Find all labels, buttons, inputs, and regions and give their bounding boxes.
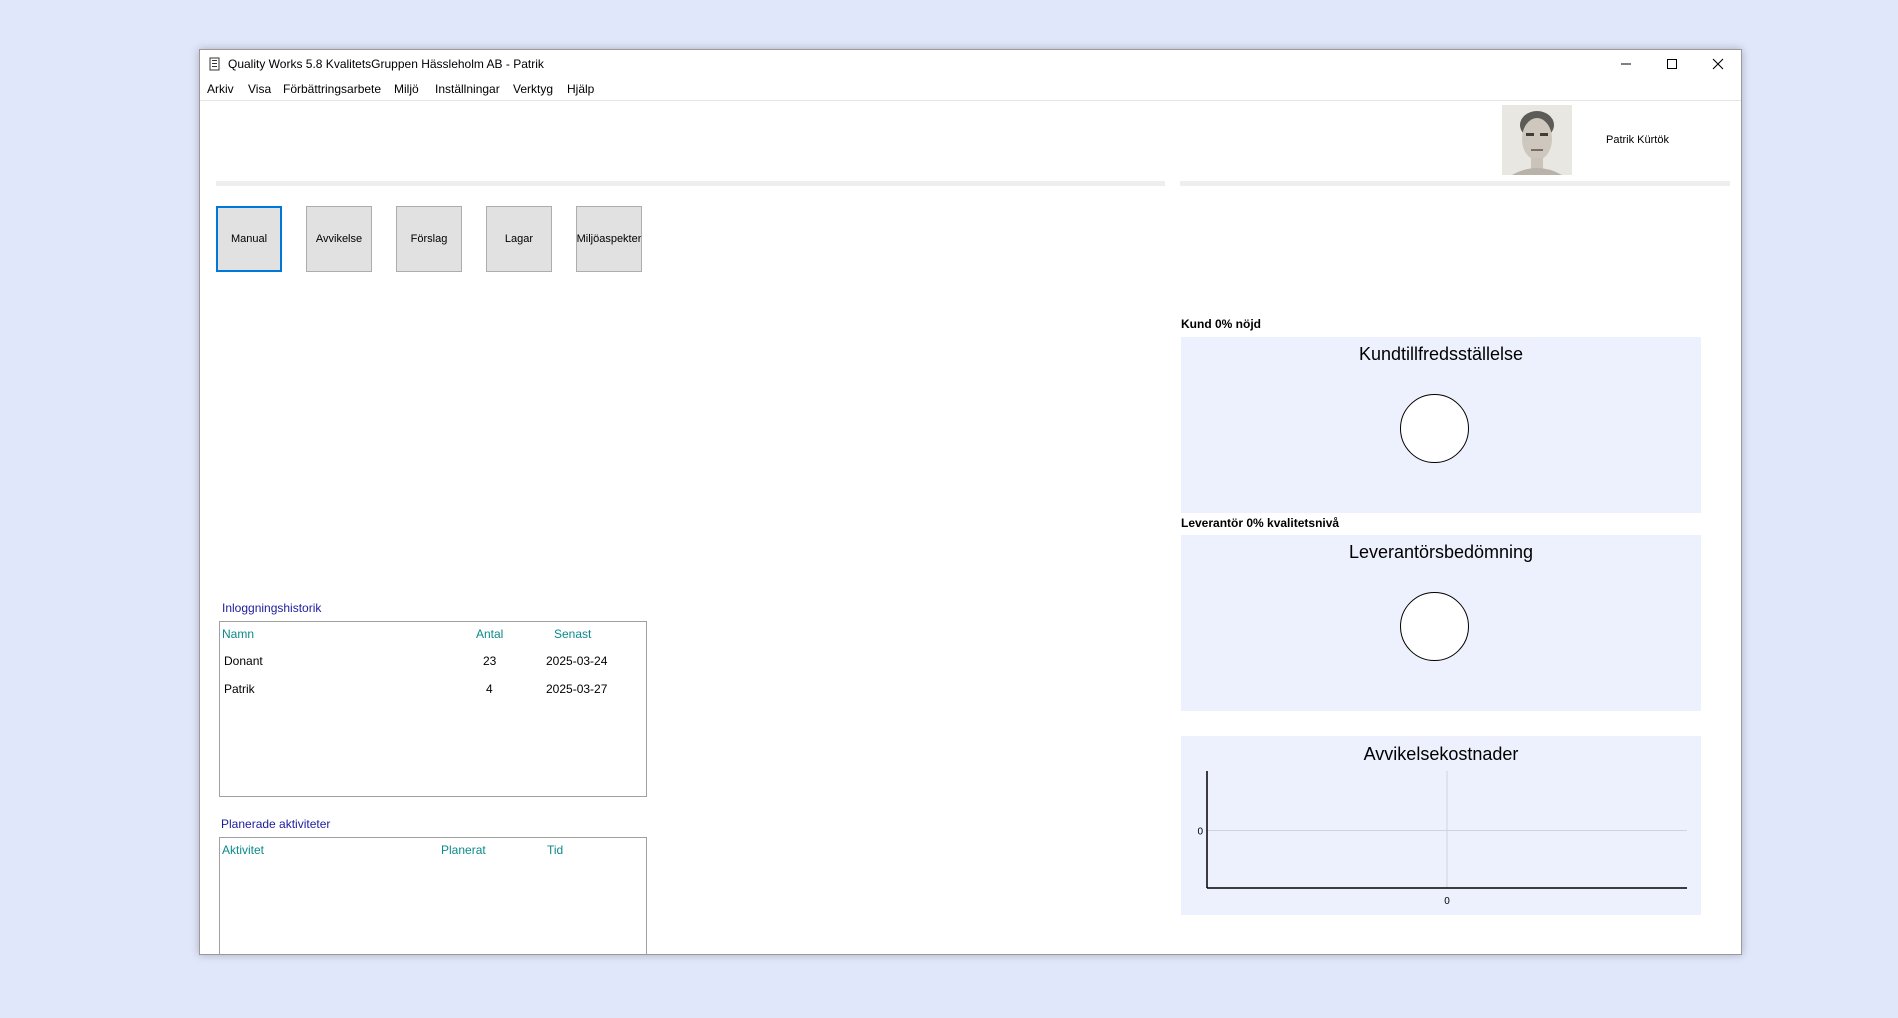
forslag-button[interactable]: Förslag [396,206,462,272]
x-tick-label: 0 [1444,896,1450,907]
column-header-namn[interactable]: Namn [222,627,254,641]
app-window: Quality Works 5.8 KvalitetsGruppen Hässl… [199,49,1742,955]
supplier-assessment-panel: Leverantörsbedömning [1181,535,1701,711]
customer-kpi-label: Kund 0% nöjd [1181,317,1261,331]
table-row[interactable]: Patrik 4 2025-03-27 [220,677,646,699]
row-name: Donant [224,654,263,668]
close-button[interactable] [1695,50,1741,77]
customer-satisfaction-title: Kundtillfredsställelse [1358,344,1524,364]
lagar-button[interactable]: Lagar [486,206,552,272]
separator-right [1180,181,1730,186]
user-photo [1502,105,1572,175]
maximize-button[interactable] [1649,50,1695,77]
row-name: Patrik [224,682,255,696]
menu-bar: Arkiv Visa Förbättringsarbete Miljö Inst… [200,82,1741,101]
planned-activities-list[interactable]: Aktivitet Planerat Tid [219,837,647,954]
column-header-tid[interactable]: Tid [547,843,563,857]
minimize-icon [1621,63,1631,64]
avvikelse-button[interactable]: Avvikelse [306,206,372,272]
menu-arkiv[interactable]: Arkiv [207,82,234,96]
title-bar[interactable]: Quality Works 5.8 KvalitetsGruppen Hässl… [200,50,1741,77]
login-history-title: Inloggningshistorik [222,601,322,615]
customer-satisfaction-panel: Kundtillfredsställelse [1181,337,1701,513]
avatar [1502,105,1572,175]
column-header-antal[interactable]: Antal [476,627,503,641]
row-count: 23 [483,654,497,668]
close-icon [1712,58,1724,69]
miljoaspekter-button[interactable]: Miljöaspekter [576,206,642,272]
menu-verktyg[interactable]: Verktyg [513,82,553,96]
window-title: Quality Works 5.8 KvalitetsGruppen Hässl… [228,57,544,71]
column-header-planerat[interactable]: Planerat [441,843,486,857]
manual-button[interactable]: Manual [216,206,282,272]
supplier-assessment-gauge [1400,592,1469,661]
customer-satisfaction-gauge [1400,394,1469,463]
deviation-costs-panel: Avvikelsekostnader 00 [1181,736,1701,915]
menu-visa[interactable]: Visa [248,82,271,96]
menu-installningar[interactable]: Inställningar [435,82,500,96]
login-history-list[interactable]: Namn Antal Senast Donant 23 2025-03-24 P… [219,621,647,797]
y-tick-label: 0 [1197,827,1203,838]
separator-left [216,181,1165,186]
row-last: 2025-03-27 [546,682,608,696]
column-header-senast[interactable]: Senast [554,627,591,641]
app-icon [209,57,220,71]
supplier-kpi-label: Leverantör 0% kvalitetsnivå [1181,516,1340,530]
row-count: 4 [486,682,493,696]
planned-activities-title: Planerade aktiviteter [221,817,331,831]
row-last: 2025-03-24 [546,654,608,668]
column-header-aktivitet[interactable]: Aktivitet [222,843,264,857]
supplier-assessment-title: Leverantörsbedömning [1348,542,1534,562]
table-row[interactable]: Donant 23 2025-03-24 [220,649,646,671]
menu-miljo[interactable]: Miljö [394,82,419,96]
menu-hjalp[interactable]: Hjälp [567,82,594,96]
menu-forbattringsarbete[interactable]: Förbättringsarbete [283,82,381,96]
user-name: Patrik Kürtök [1606,134,1669,146]
minimize-button[interactable] [1603,50,1649,77]
maximize-icon [1667,58,1677,69]
deviation-costs-chart: 00 [1197,771,1687,907]
